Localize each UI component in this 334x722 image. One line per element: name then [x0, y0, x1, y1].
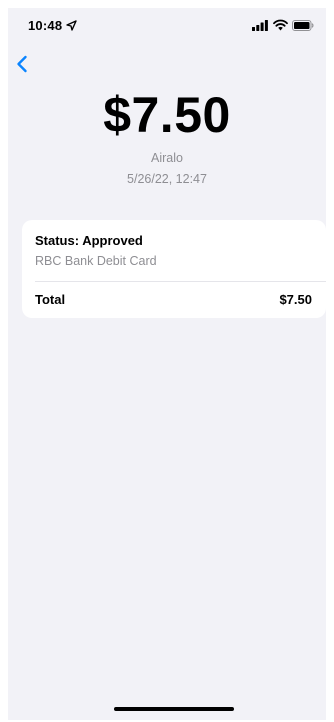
- payment-method: RBC Bank Debit Card: [35, 254, 157, 268]
- wifi-icon: [273, 19, 288, 31]
- back-button[interactable]: [12, 52, 34, 76]
- transaction-details-card: Status: Approved RBC Bank Debit Card Tot…: [22, 220, 326, 318]
- home-indicator[interactable]: [114, 707, 234, 711]
- transaction-amount: $7.50: [103, 87, 231, 143]
- transaction-datetime: 5/26/22, 12:47: [127, 172, 207, 186]
- cellular-signal-icon: [252, 20, 268, 31]
- transaction-detail-screen: 10:48 $7.50 Airalo 5/26/22, 12:47 Status…: [8, 8, 326, 720]
- status-icons: [252, 19, 314, 31]
- status-time: 10:48: [28, 18, 63, 33]
- status-bar: 10:48: [8, 8, 326, 44]
- status-label: Status: Approved: [35, 233, 143, 248]
- merchant-name: Airalo: [151, 151, 183, 165]
- battery-icon: [292, 20, 314, 31]
- location-arrow-icon: [66, 20, 77, 31]
- total-value: $7.50: [279, 292, 312, 307]
- total-label: Total: [35, 292, 66, 307]
- divider: [35, 281, 326, 282]
- chevron-left-icon: [17, 55, 27, 73]
